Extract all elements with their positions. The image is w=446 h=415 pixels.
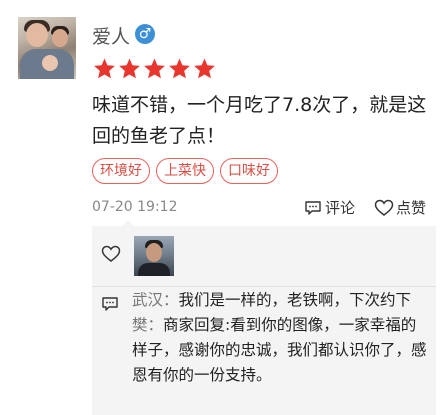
star-icon	[169, 58, 190, 79]
heart-icon	[374, 199, 394, 216]
heart-icon[interactable]	[101, 245, 121, 263]
tag-fast-serving[interactable]: 上菜快	[156, 158, 214, 184]
comment-icon	[305, 200, 321, 215]
male-gender-icon: ♂	[135, 24, 155, 44]
star-rating	[93, 57, 216, 80]
comment-label: 评论	[325, 199, 356, 217]
reply-separator: ：	[147, 316, 164, 334]
reply-item[interactable]: 樊：商家回复:看到你的图像，一家幸福的样子，感谢你的忠诚，我们都认识你了，感恩有…	[132, 313, 428, 388]
star-icon	[94, 58, 115, 79]
like-label: 点赞	[396, 199, 427, 217]
reviewer-name[interactable]: 爱人	[92, 22, 130, 49]
star-icon	[144, 58, 165, 79]
reply-list: 武汉：我们是一样的，老铁啊，下次约下 樊：商家回复:看到你的图像，一家幸福的样子…	[132, 288, 428, 388]
reply-item[interactable]: 武汉：我们是一样的，老铁啊，下次约下	[132, 288, 428, 313]
avatar-detail	[52, 29, 68, 47]
reply-text: 商家回复:看到你的图像，一家幸福的样子，感谢你的忠诚，我们都认识你了，感恩有你的…	[132, 316, 427, 384]
avatar-detail	[26, 23, 48, 47]
reply-author[interactable]: 樊	[132, 316, 148, 334]
reviewer-avatar[interactable]	[18, 17, 76, 79]
tag-environment[interactable]: 环境好	[92, 158, 150, 184]
avatar-detail	[42, 55, 58, 71]
review-text: 味道不错，一个月吃了7.8次了，就是这回的鱼老了点！	[92, 94, 427, 147]
divider	[92, 286, 436, 287]
avatar-detail	[138, 263, 170, 276]
reply-separator: ：	[163, 291, 179, 309]
reply-text: 我们是一样的，老铁啊，下次约下	[178, 291, 412, 309]
review-tags: 环境好 上菜快 口味好	[92, 158, 278, 184]
tag-taste[interactable]: 口味好	[220, 158, 278, 184]
comment-button[interactable]: 评论	[304, 197, 355, 218]
liker-avatar[interactable]	[134, 236, 174, 276]
review-date: 07-20 19:12	[92, 199, 178, 215]
reply-author[interactable]: 武汉	[132, 291, 163, 309]
avatar-detail	[146, 243, 162, 262]
comment-icon	[102, 297, 118, 311]
star-icon	[119, 58, 140, 79]
star-icon	[194, 58, 215, 79]
like-button[interactable]: 点赞	[374, 197, 426, 218]
